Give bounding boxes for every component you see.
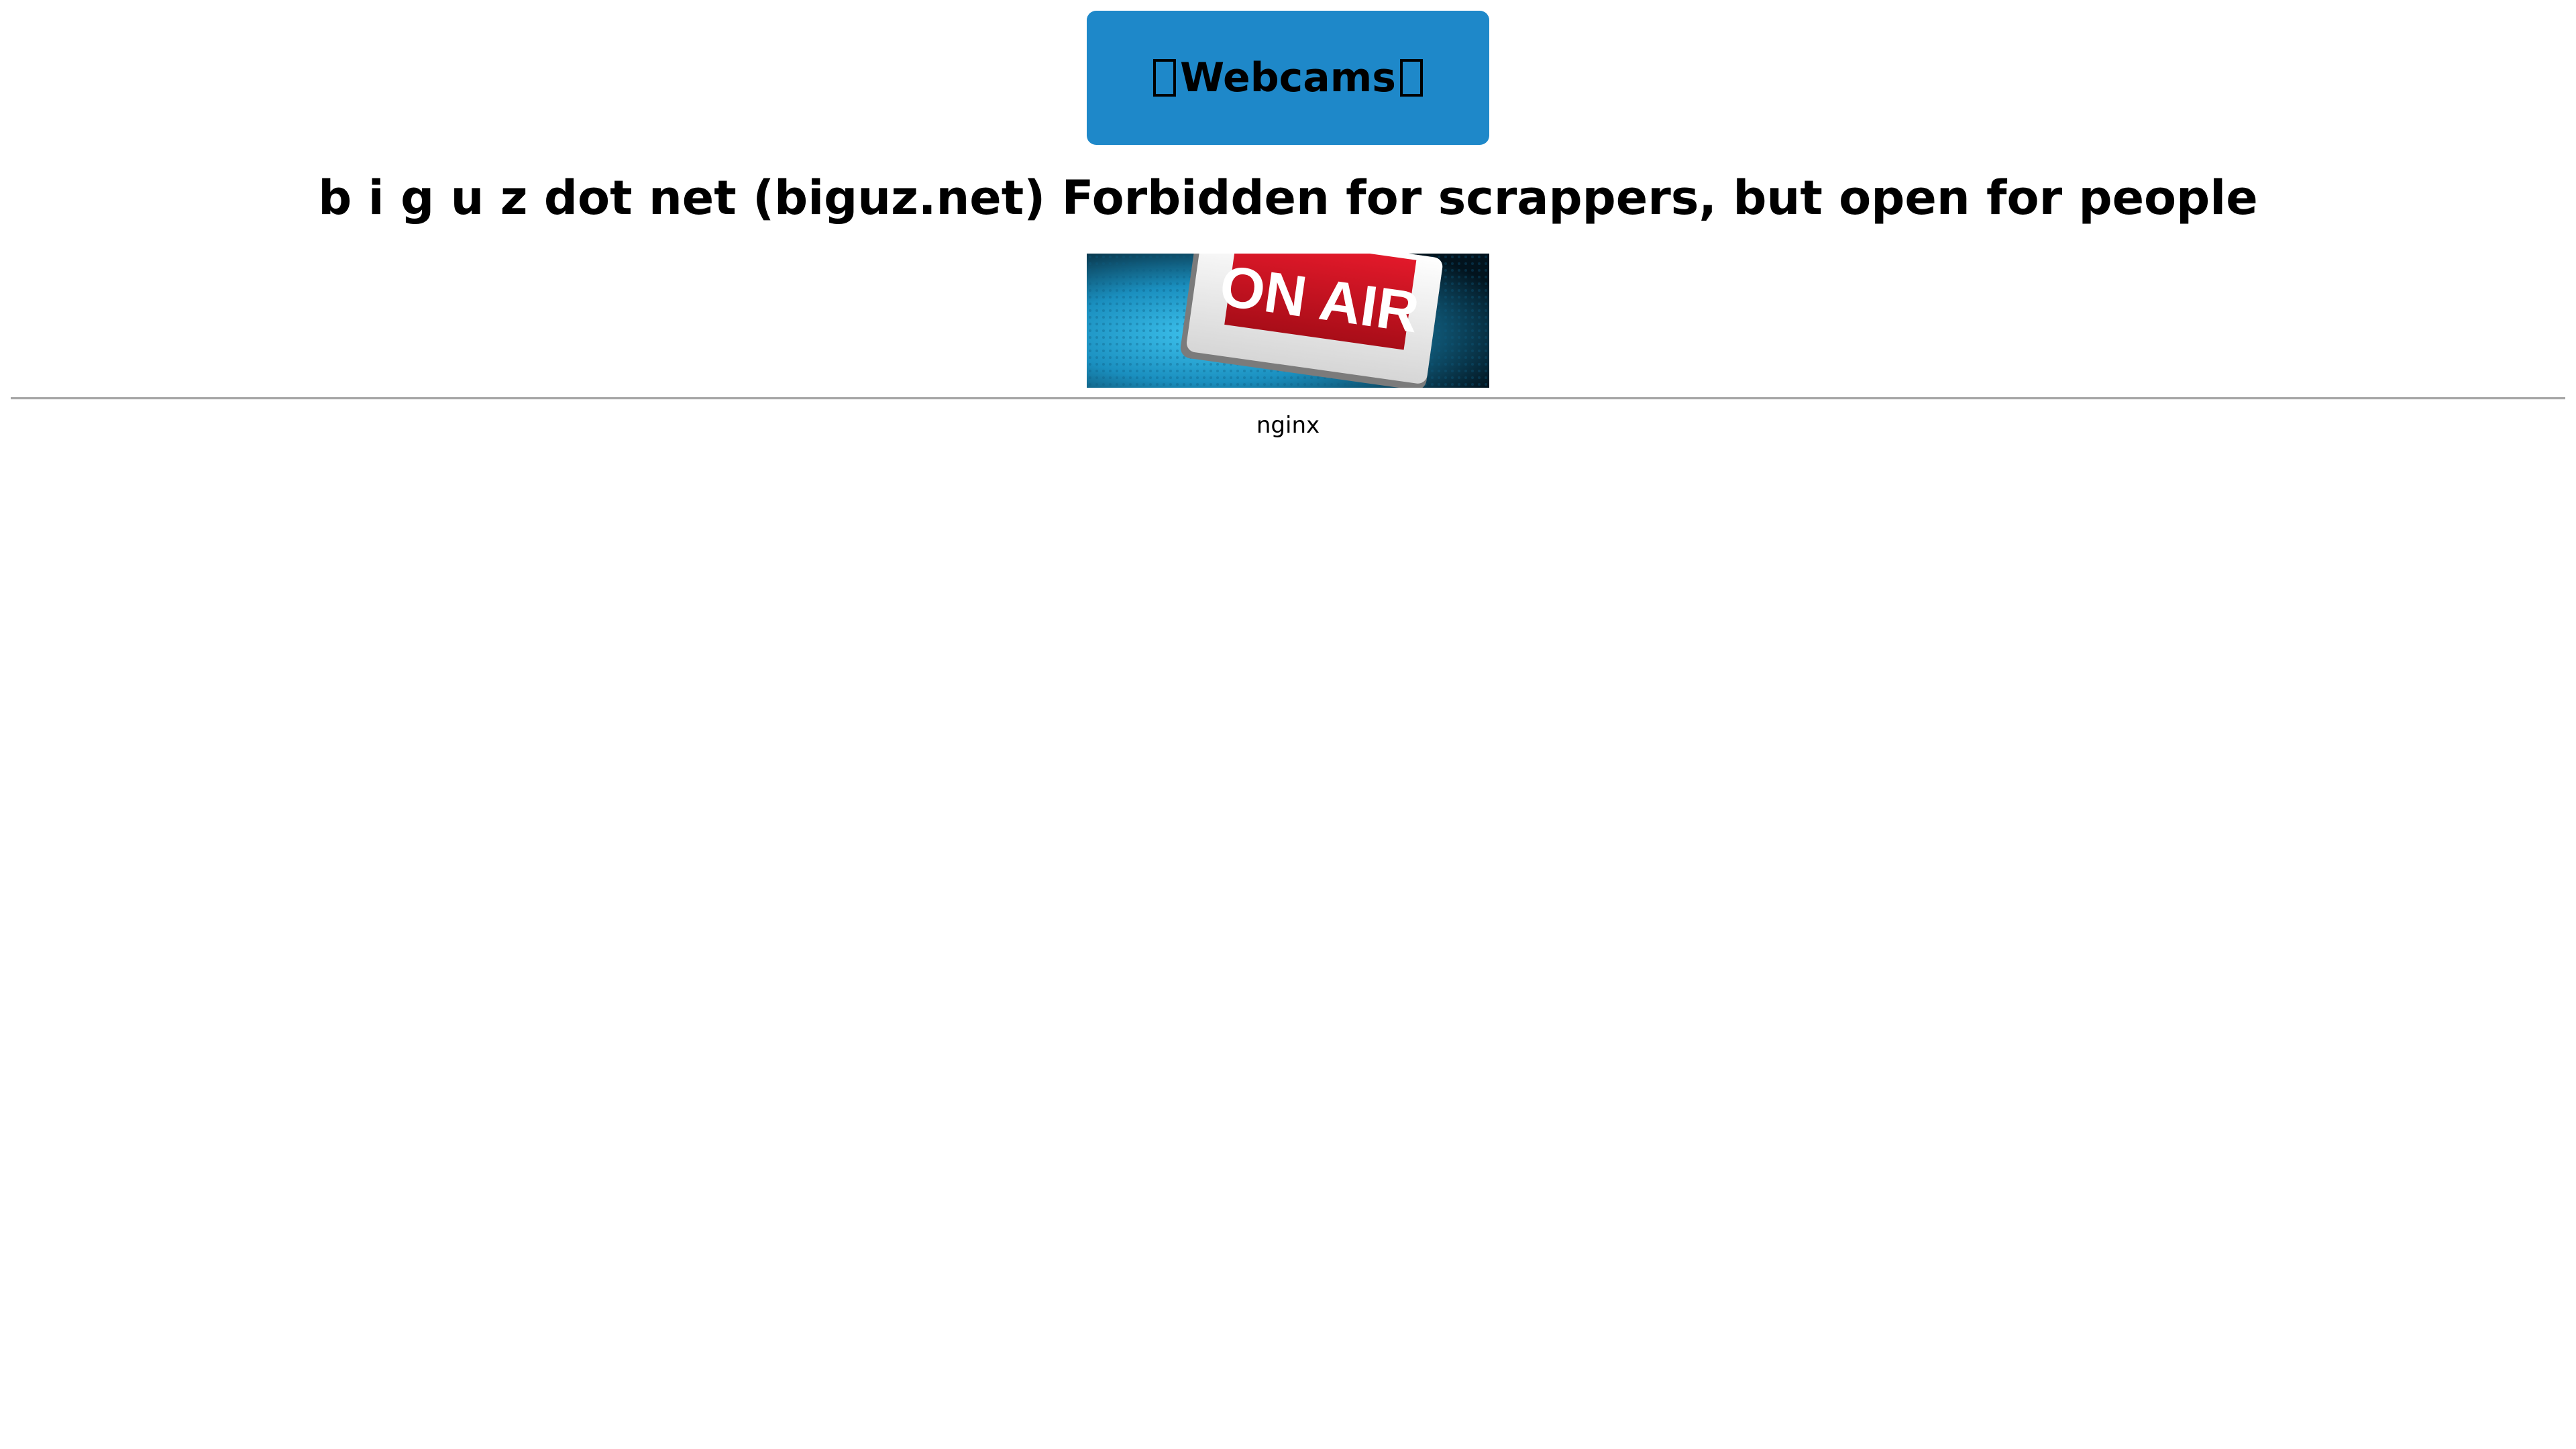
webcams-button[interactable]: Webcams [1087,11,1489,145]
server-signature: nginx [1256,412,1320,439]
missing-glyph-icon [1399,59,1423,97]
on-air-banner[interactable]: ON AIR [1087,254,1489,388]
webcams-button-label: Webcams [1180,54,1396,101]
page: Webcams b i g u z dot net (biguz.net) Fo… [0,0,2576,1449]
on-air-image: ON AIR [1087,254,1489,388]
horizontal-rule [11,397,2565,400]
page-title: b i g u z dot net (biguz.net) Forbidden … [318,170,2258,225]
missing-glyph-icon [1153,59,1176,97]
